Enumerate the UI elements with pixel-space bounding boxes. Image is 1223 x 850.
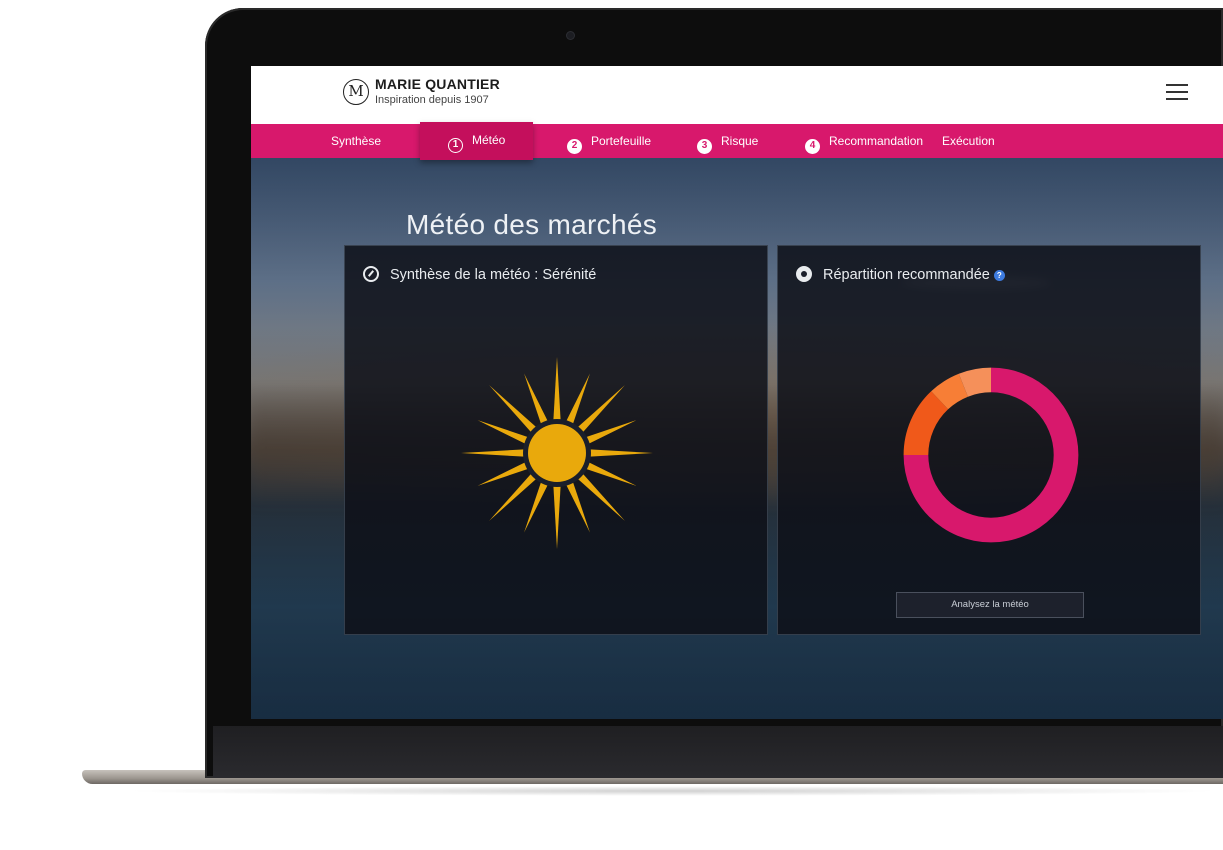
globe-icon [796,266,812,282]
sun-ray [585,420,637,444]
weather-summary-panel: Synthèse de la météo : Sérénité [344,245,768,635]
nav-item-risque[interactable]: 3 Risque [697,124,758,158]
nav-item-label: Recommandation [829,134,924,148]
sun-ray [577,473,625,521]
nav-item-label: Risque [721,134,759,148]
page-title: Météo des marchés [406,208,657,240]
nav-item-meteo[interactable]: 1 Météo [420,122,534,160]
step-number-badge: 3 [697,139,712,154]
allocation-header: Répartition recommandée? [796,266,1005,283]
brand-name[interactable]: MARIE QUANTIER [375,76,500,92]
nav-item-synthese[interactable]: Synthèse [331,124,381,158]
step-number-badge: 4 [805,139,820,154]
weather-summary-header: Synthèse de la météo : Sérénité [363,266,596,283]
logo-icon[interactable]: M [343,79,369,105]
sun-ray [489,473,537,521]
sun-icon [461,357,653,549]
nav-item-recommandation[interactable]: 4 Recommandation [805,124,923,158]
help-icon[interactable]: ? [993,270,1005,281]
weather-summary-title: Synthèse de la météo : Sérénité [390,267,597,283]
sun-ray [461,449,525,457]
sun-ray [566,373,590,425]
sun-ray [566,481,590,533]
nav-item-label: Portefeuille [591,134,652,148]
sun-ray [577,385,625,433]
nav-item-portefeuille[interactable]: 2 Portefeuille [567,124,651,158]
gauge-icon [363,266,379,282]
nav-item-label: Synthèse [331,134,382,148]
webcam-icon [567,32,574,39]
recommended-allocation-panel: Répartition recommandée? Analysez la mét… [777,245,1201,635]
sun-ray [589,449,653,457]
nav-item-execution[interactable]: Exécution [942,124,995,158]
step-number-badge: 2 [567,139,582,154]
logo-letter: M [348,82,364,100]
sun-ray [553,357,561,421]
header: M MARIE QUANTIER Inspiration depuis 1907 [251,66,1223,124]
step-navigation: Synthèse 1 Météo 2 Portefeuille 3 Risque 4R… [251,122,1223,160]
sun-ray [524,373,548,425]
sun-ray [489,385,537,433]
sun-ray [553,485,561,549]
hamburger-menu-icon[interactable] [1166,84,1188,101]
step-number-badge: 1 [448,138,463,153]
sun-ray [585,462,637,486]
sun-ray [477,420,529,444]
brand-tagline: Inspiration depuis 1907 [375,94,489,106]
sun-ray [524,481,548,533]
sun-ray [477,462,529,486]
analyze-weather-button[interactable]: Analysez la météo [896,592,1084,618]
allocation-donut-chart [903,367,1079,543]
app-screen: M MARIE QUANTIER Inspiration depuis 1907… [251,66,1223,719]
nav-item-label: Exécution [942,134,995,148]
allocation-title: Répartition recommandée [823,267,990,283]
nav-item-label: Météo [472,133,506,147]
